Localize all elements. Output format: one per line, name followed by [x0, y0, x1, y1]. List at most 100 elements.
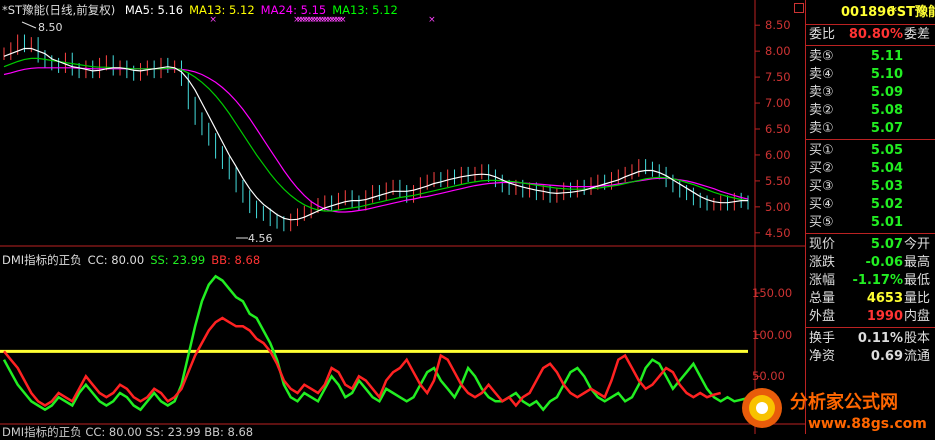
watermark: 分析家公式网 www.88gs.com [742, 388, 927, 432]
indicator-legend-item: SS: 23.99 [150, 253, 206, 267]
bid-row: 买② 5.04 [806, 160, 935, 178]
weibi-row-value: 80.80% [848, 27, 903, 42]
price-axis-label: 6.00 [765, 147, 791, 162]
ask-row-label: 卖② [809, 103, 834, 118]
bid-row-label: 买③ [809, 179, 834, 194]
weibi-row-label: 委比 [809, 27, 836, 42]
expand-icon[interactable] [794, 3, 804, 13]
ma-legend-item: MA13: 5.12 [189, 3, 255, 17]
bid-row: 买① 5.05 [806, 142, 935, 160]
ask-row-value: 5.07 [870, 121, 903, 136]
chart-area[interactable]: × × × × × × × × × × × × × × × × × × × × 8.50 4.56 *ST豫能(日线,前复… [0, 0, 805, 439]
quote-panel: 001896*ST豫能委比80.80%委差卖⑤5.11卖④5.10卖③5.09卖… [805, 0, 935, 434]
price-axis-label: 8.50 [765, 18, 791, 33]
indicator-legend-2: DMI指标的正负 CC: 80.00 SS: 23.99 BB: 8.68 [2, 425, 254, 439]
weibi-row: 委比 80.80% 委差 [806, 26, 935, 44]
quote-row: 涨幅 -1.17% 最低 [806, 272, 935, 290]
ask-row-value: 5.09 [870, 85, 903, 100]
quote-row: 涨跌 -0.06 最高 [806, 254, 935, 272]
ask-row: 卖③ 5.09 [806, 84, 935, 102]
low-annotation: 4.56 [248, 232, 273, 245]
stat-row: 换手 0.11% 股本 [806, 330, 935, 348]
quote-row: 外盘 1990 内盘 [806, 308, 935, 326]
ask-row-label: 卖① [809, 121, 834, 136]
price-axis-label: 5.50 [765, 173, 791, 188]
bid-row-value: 5.02 [870, 197, 903, 212]
ma13-line [3, 57, 749, 212]
ask-row: 卖② 5.08 [806, 102, 935, 120]
bb-line [3, 316, 722, 408]
quote-row-value: 5.07 [870, 237, 903, 252]
indicator-axis-label: 100.00 [752, 327, 793, 342]
quote-row-value: -1.17% [852, 273, 904, 288]
bid-row-label: 买② [809, 161, 834, 176]
stat-row-extra: 流通 [904, 349, 931, 364]
ma-legend-item: MA13: 5.12 [332, 3, 398, 17]
indicator-legend-item: BB: 8.68 [211, 253, 261, 267]
price-axis-label: 4.50 [765, 225, 791, 240]
watermark-title: 分析家公式网 [790, 391, 898, 413]
stat-row: 净资 0.69 流通 [806, 348, 935, 366]
bid-row-value: 5.01 [870, 215, 903, 230]
stat-row-extra: 股本 [904, 331, 931, 346]
price-axis-label: 6.50 [765, 122, 791, 136]
quote-row-value: 1990 [866, 309, 903, 324]
quote-row-extra: 量比 [904, 291, 931, 306]
indicator-legend: DMI指标的正负 CC: 80.00 SS: 23.99 BB: 8.68 [2, 252, 266, 268]
indicator-legend-item: DMI指标的正负 [2, 253, 82, 267]
quote-row: 现价 5.07 今开 [806, 236, 935, 254]
panel-divider [806, 233, 935, 234]
quote-row-label: 外盘 [809, 309, 836, 324]
ask-row-value: 5.10 [870, 67, 903, 82]
ma5-line [3, 47, 748, 221]
quote-row-label: 现价 [809, 237, 836, 252]
bid-row: 买③ 5.03 [806, 178, 935, 196]
bid-row-label: 买① [809, 143, 834, 158]
watermark-url: www.88gs.com [808, 416, 927, 432]
bid-row: 买⑤ 5.01 [806, 214, 935, 232]
price-axis-label: 5.00 [765, 199, 791, 214]
high-pointer [21, 21, 37, 29]
price-axis-label: 8.00 [765, 44, 791, 59]
panel-divider [806, 139, 935, 140]
quote-row: 总量 4653 量比 [806, 290, 935, 308]
watermark-logo-icon [742, 388, 782, 428]
ask-row: 卖⑤ 5.11 [806, 48, 935, 66]
ask-row-label: 卖⑤ [809, 49, 834, 64]
price-axis-label: 7.50 [765, 70, 791, 85]
ask-row-value: 5.11 [870, 49, 903, 64]
quote-row-label: 总量 [809, 291, 836, 306]
quote-row-value: 4653 [866, 291, 903, 306]
panel-name: *ST豫能 [890, 5, 935, 20]
bid-row-value: 5.05 [870, 143, 903, 158]
ask-row-value: 5.08 [870, 103, 903, 118]
bid-row-value: 5.04 [870, 161, 903, 176]
quote-row-label: 涨跌 [809, 255, 836, 270]
stat-row-value: 0.11% [857, 331, 903, 346]
panel-divider [806, 24, 935, 25]
indicator-axis-label: 150.00 [752, 286, 793, 300]
ask-row: 卖④ 5.10 [806, 66, 935, 84]
stock-title: *ST豫能(日线,前复权) [2, 3, 116, 17]
bid-row-label: 买④ [809, 197, 834, 212]
chart-canvas[interactable]: × ×××××××××××××××××× ×8.504.56 [0, 0, 805, 434]
ma24-line [3, 67, 749, 213]
ma-legend-item: MA24: 5.15 [260, 3, 327, 17]
stat-row-label: 换手 [809, 331, 836, 346]
ask-row-label: 卖③ [809, 85, 834, 100]
signal-marker: × [428, 15, 436, 25]
price-legend: *ST豫能(日线,前复权) MA5: 5.16 MA13: 5.12 MA24: 5… [2, 2, 404, 18]
ma-legend-item: MA5: 5.16 [124, 3, 184, 17]
bid-row-label: 买⑤ [809, 215, 834, 230]
high-annotation: 8.50 [38, 21, 63, 34]
panel-divider [806, 45, 935, 46]
ask-row: 卖① 5.07 [806, 120, 935, 138]
panel-code: 001896 [841, 5, 896, 20]
panel-divider [806, 327, 935, 328]
bid-row-value: 5.03 [870, 179, 903, 194]
stat-row-value: 0.69 [870, 349, 903, 364]
stat-row-label: 净资 [809, 349, 836, 364]
quote-row-extra: 最低 [904, 273, 931, 288]
quote-row-extra: 内盘 [904, 309, 931, 324]
price-axis-label: 7.00 [765, 96, 791, 111]
